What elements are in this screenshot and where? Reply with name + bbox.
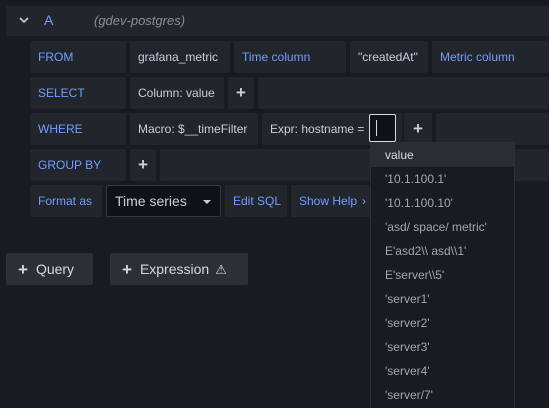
suggestion-item[interactable]: E'asd2\\ asd\\1'	[371, 239, 514, 263]
suggestion-item[interactable]: value	[371, 143, 514, 167]
suggestion-item[interactable]: 'server2'	[371, 311, 514, 335]
group-by-add-button[interactable]: +	[130, 149, 156, 181]
show-help-label: Show Help	[299, 194, 358, 208]
select-keyword: SELECT	[30, 77, 126, 109]
suggestion-item[interactable]: 'server4'	[371, 359, 514, 383]
where-add-button[interactable]: +	[404, 113, 432, 145]
format-selected-value: Time series	[115, 193, 187, 209]
text-cursor	[376, 120, 377, 136]
query-header[interactable]: A (gdev-postgres)	[6, 6, 549, 36]
suggestion-item[interactable]: 'asd/ space/ metric'	[371, 215, 514, 239]
suggestion-item[interactable]: 'server3'	[371, 335, 514, 359]
caret-down-icon	[203, 200, 211, 204]
suggestion-item[interactable]: E'server\\5'	[371, 263, 514, 287]
suggestions-dropdown: value '10.1.100.1' '10.1.100.10''asd/ spac…	[370, 142, 515, 408]
suggestion-item[interactable]: 'server/7'	[371, 383, 514, 407]
add-query-label: Query	[35, 261, 75, 277]
select-row-filler	[258, 77, 549, 109]
datasource-name: (gdev-postgres)	[94, 13, 186, 28]
add-expression-label: Expression	[139, 261, 210, 277]
warning-icon: ⚠	[215, 262, 227, 277]
chevron-right-icon: ›	[362, 194, 367, 208]
query-editor-page: A (gdev-postgres) FROM grafana_metric Ti…	[0, 0, 549, 408]
suggestion-item[interactable]: '10.1.100.10'	[371, 191, 514, 215]
add-expression-button[interactable]: + Expression ⚠	[110, 253, 248, 285]
from-table-segment[interactable]: grafana_metric	[130, 41, 230, 73]
format-as-label: Format as	[30, 185, 102, 217]
time-column-label: Time column	[234, 41, 346, 73]
where-macro-segment[interactable]: Macro: $__timeFilter	[130, 113, 258, 145]
suggestion-item[interactable]: '10.1.100.1'	[371, 167, 514, 191]
where-keyword: WHERE	[30, 113, 126, 145]
where-row-filler	[436, 113, 549, 145]
select-column-segment[interactable]: Column: value	[130, 77, 224, 109]
time-column-segment[interactable]: "createdAt"	[350, 41, 428, 73]
chevron-down-icon[interactable]	[18, 14, 30, 26]
edit-sql-button[interactable]: Edit SQL	[225, 185, 287, 217]
suggestion-item[interactable]: 'server1'	[371, 287, 514, 311]
metric-column-label: Metric column	[432, 41, 549, 73]
plus-icon: +	[18, 260, 28, 279]
format-select[interactable]: Time series	[106, 185, 221, 217]
show-help-button[interactable]: Show Help ›	[291, 185, 371, 217]
group-by-keyword: GROUP BY	[30, 149, 126, 181]
plus-icon: +	[122, 260, 132, 279]
from-keyword: FROM	[30, 41, 126, 73]
expr-value-input[interactable]	[369, 114, 396, 142]
select-add-button[interactable]: +	[228, 77, 254, 109]
add-query-button[interactable]: + Query	[6, 253, 93, 285]
query-ref-id[interactable]: A	[44, 12, 53, 28]
